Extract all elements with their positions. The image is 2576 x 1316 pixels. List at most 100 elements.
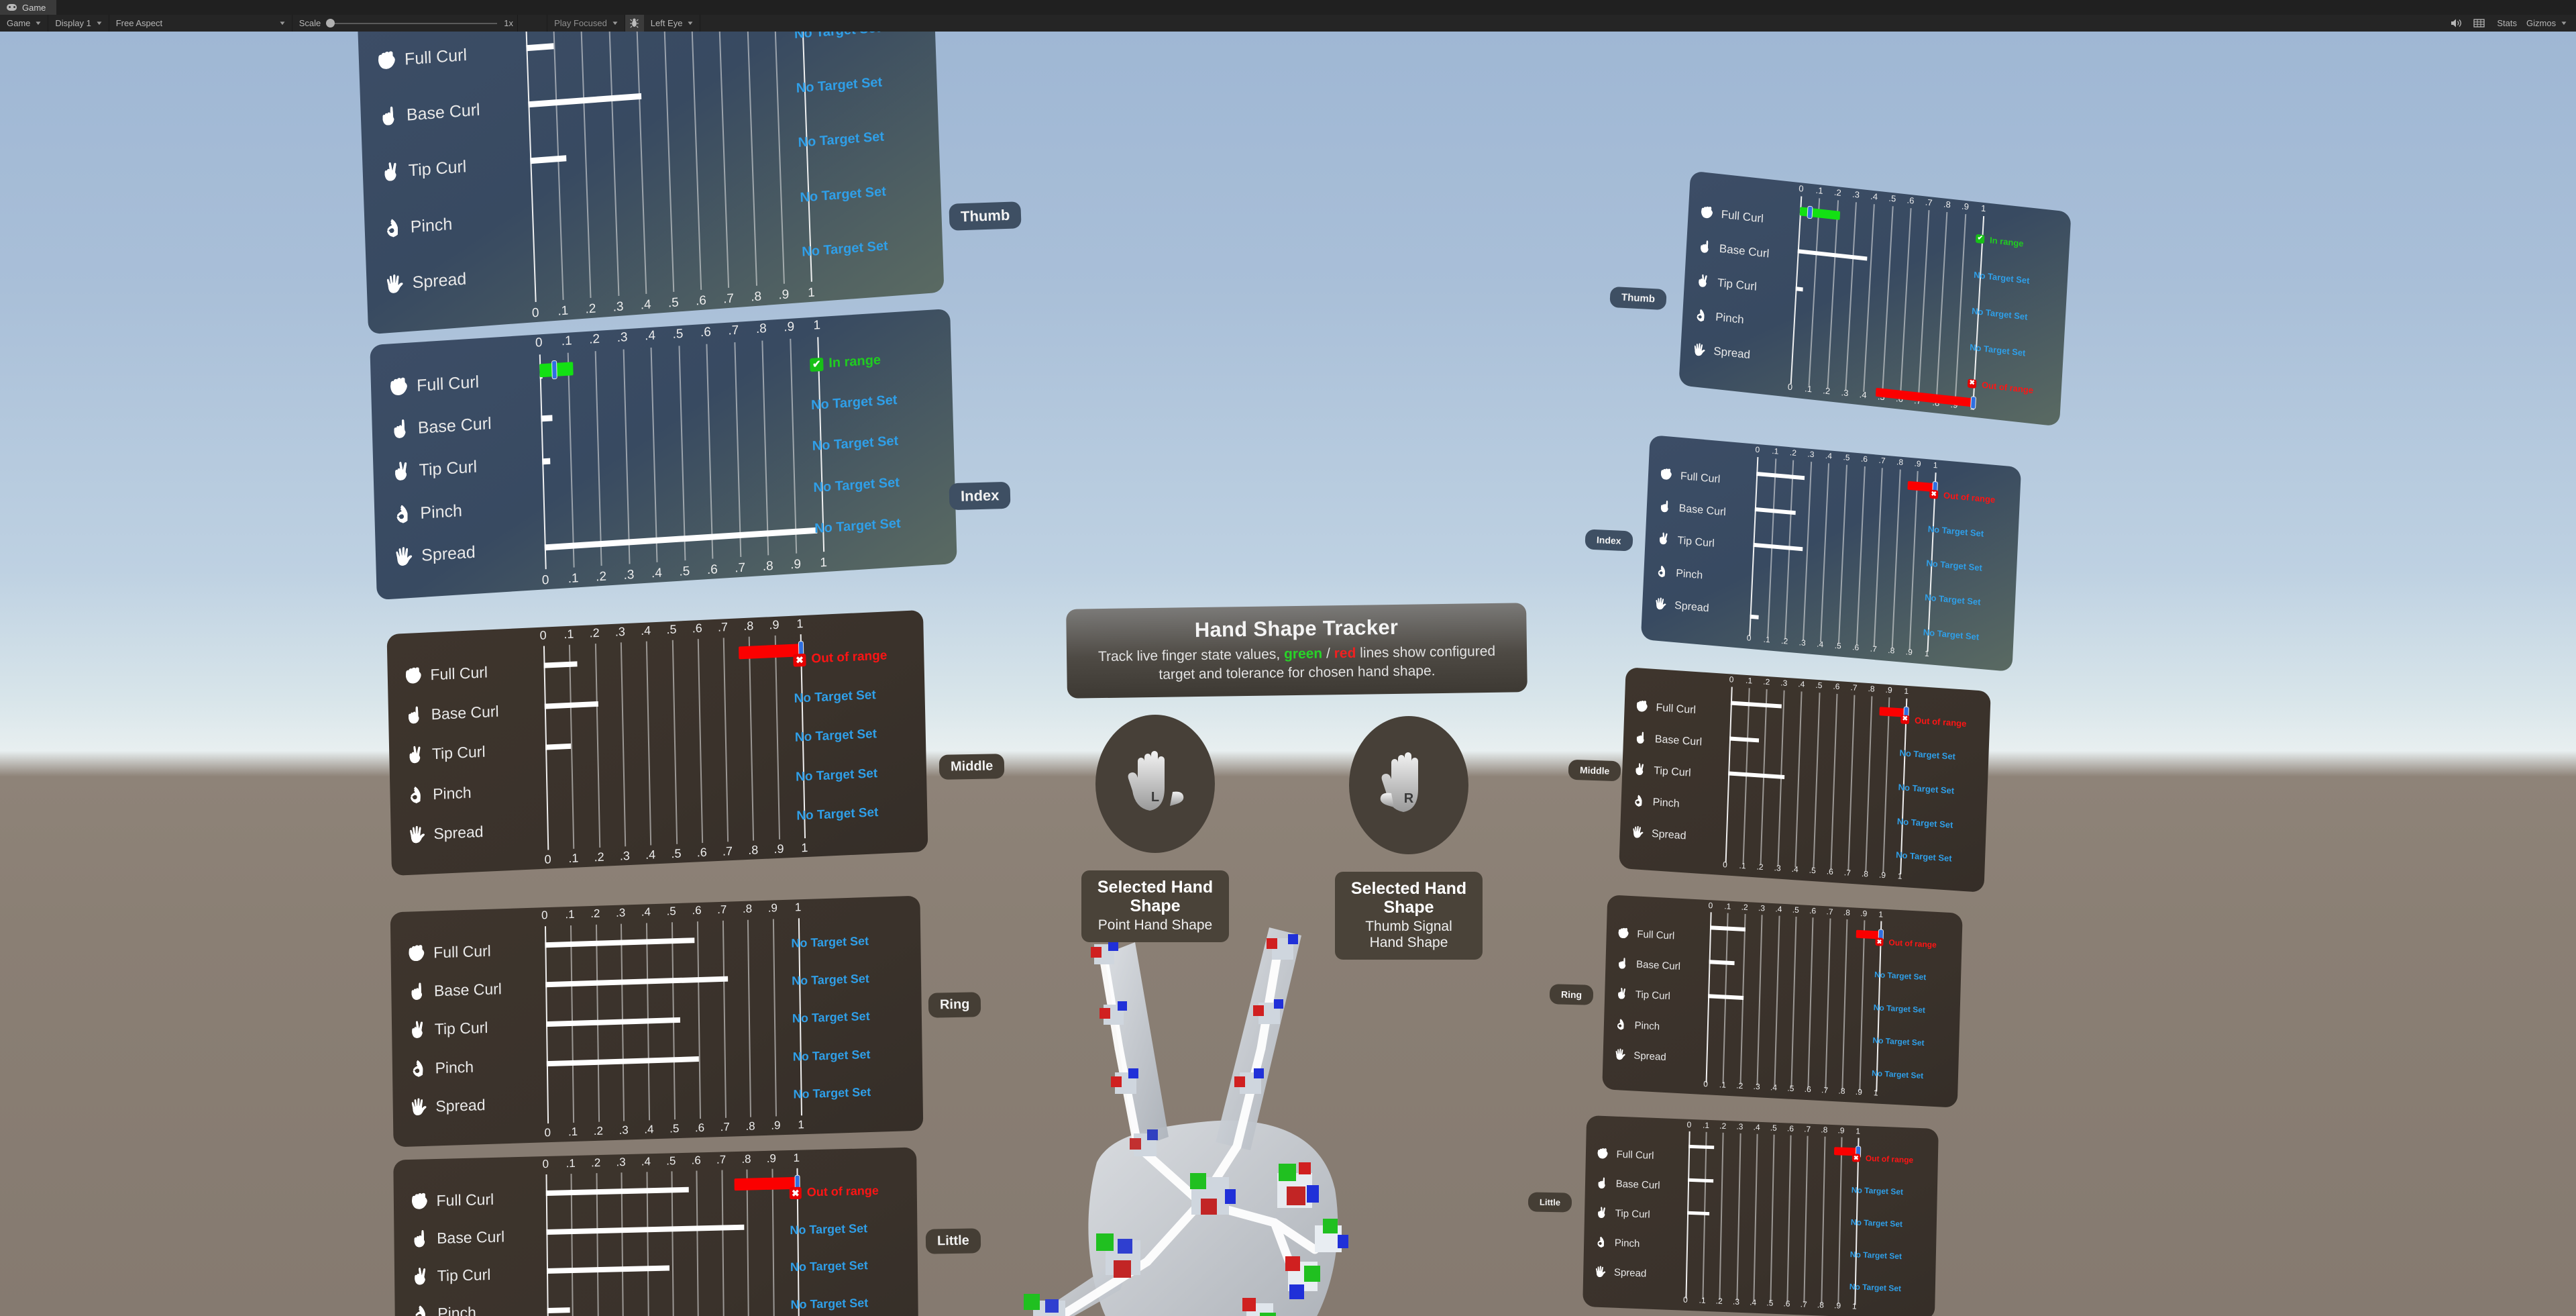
mute-audio-icon[interactable] <box>2445 15 2467 32</box>
metric-label: Spread <box>1713 344 1751 362</box>
bug-icon[interactable] <box>625 15 644 32</box>
metric-row-tip-curl: ✌ Tip Curl <box>1595 1207 1683 1222</box>
status-badge: No Target Set <box>796 803 921 823</box>
hand-l-icon: L <box>1095 715 1215 853</box>
axis-tick-top: .7 <box>728 323 739 338</box>
cross-icon: ✖ <box>1875 938 1884 947</box>
metric-row-spread: 🖐 Spread <box>1631 827 1722 845</box>
view-mode-dropdown[interactable]: Game ▼ <box>4 17 44 30</box>
eye-dropdown[interactable]: Left Eye ▼ <box>648 17 696 30</box>
pinch-hand-icon: 👌 <box>1614 1018 1627 1031</box>
finger-name-tag-right-little: Little <box>1527 1192 1572 1213</box>
axis-tick-top: .1 <box>1815 185 1823 196</box>
value-bar-row <box>546 1223 797 1236</box>
axis-tick-bottom: .9 <box>771 1119 781 1132</box>
grid-icon[interactable] <box>2467 15 2490 32</box>
gizmos-dropdown[interactable]: Gizmos ▼ <box>2524 17 2576 30</box>
metric-row-full-curl: ✊ Full Curl <box>1597 1148 1684 1162</box>
scale-slider-knob[interactable] <box>326 19 335 28</box>
axis-tick-top: .8 <box>741 1152 751 1166</box>
axis-tick-top: .4 <box>641 1155 651 1168</box>
metric-label: Base Curl <box>1615 1178 1660 1191</box>
value-bar-row <box>530 138 806 164</box>
tip-curl-hand-icon: ✌ <box>1633 763 1647 776</box>
status-label: Out of range <box>1943 490 1996 505</box>
value-bar-row <box>545 733 802 751</box>
axis-tick-bottom: .2 <box>595 569 607 585</box>
scale-slider-track <box>326 22 498 24</box>
status-column: No Target Set No Target Set No Target Set N… <box>792 32 937 303</box>
status-badge: No Target Set <box>790 1295 912 1312</box>
scale-slider[interactable] <box>326 15 498 32</box>
status-label: No Target Set <box>1898 782 1955 796</box>
axis-tick-top: .5 <box>1815 680 1823 691</box>
chevron-down-icon: ▼ <box>610 20 619 26</box>
metric-label: Full Curl <box>1721 207 1764 225</box>
status-badge: No Target Set <box>1874 970 1957 983</box>
pinch-hand-icon: 👌 <box>391 504 413 525</box>
value-bar-row <box>542 441 820 465</box>
metric-row-full-curl: ✊ Full Curl <box>404 661 538 685</box>
value-bar <box>1797 249 1868 261</box>
value-bar-row <box>1754 507 1933 529</box>
axis-tick-top: .2 <box>590 1156 601 1170</box>
selected-hand-shape-title: Selected Hand Shape <box>1097 878 1214 915</box>
axis-tick-bottom: .6 <box>694 1121 705 1135</box>
base-curl-hand-icon: ☝ <box>1595 1177 1609 1190</box>
status-badge: ✖ Out of range <box>793 647 918 667</box>
spread-hand-icon: 🖐 <box>407 825 427 844</box>
value-bar <box>1708 994 1744 1000</box>
status-label: No Target Set <box>1973 269 2030 286</box>
axis-tick-bottom: .5 <box>669 1122 680 1135</box>
axis-tick-bottom: .1 <box>568 571 579 587</box>
tip-curl-hand-icon: ✌ <box>1615 988 1629 1001</box>
full-curl-hand-icon: ✊ <box>403 666 423 685</box>
value-bar-row <box>1795 287 1978 313</box>
value-bar-row <box>1791 361 1974 389</box>
axis-tick-bottom: .3 <box>619 848 631 863</box>
tab-game[interactable]: Game <box>0 0 57 15</box>
tip-curl-hand-icon: ✌ <box>405 746 425 764</box>
status-label: No Target Set <box>812 434 899 454</box>
base-curl-hand-icon: ☝ <box>1616 958 1629 970</box>
spread-hand-icon: 🖐 <box>1630 827 1645 840</box>
full-curl-hand-icon: ✊ <box>1659 468 1674 482</box>
full-curl-hand-icon: ✊ <box>388 376 410 397</box>
status-label: No Target Set <box>1927 523 1984 539</box>
play-mode-dropdown[interactable]: Play Focused ▼ <box>551 17 621 30</box>
value-bar <box>1687 1211 1709 1216</box>
stats-button[interactable]: Stats <box>2490 15 2524 32</box>
axis-tick-top: .9 <box>1914 458 1921 469</box>
axis-tick-top: .8 <box>755 321 767 337</box>
value-bar-row <box>534 250 810 277</box>
metric-label: Spread <box>435 1095 486 1115</box>
target-center-marker <box>551 360 557 380</box>
metric-row-spread: 🖐 Spread <box>1654 598 1747 618</box>
metric-row-full-curl: ✊ Full Curl <box>1635 701 1726 719</box>
pinch-hand-icon: 👌 <box>1655 565 1669 578</box>
full-curl-hand-icon: ✊ <box>1617 927 1630 940</box>
status-label: No Target Set <box>813 474 900 495</box>
metric-row-pinch: 👌 Pinch <box>1694 308 1790 332</box>
axis-tick-top: .3 <box>1758 903 1766 913</box>
value-bar-row <box>1706 1062 1876 1078</box>
axis-tick-top: .2 <box>1719 1121 1727 1131</box>
aspect-dropdown[interactable]: Free Aspect ▼ <box>113 17 288 30</box>
desc-slash: / <box>1322 646 1334 662</box>
metric-row-full-curl: ✊ Full Curl <box>410 1189 541 1211</box>
axis-tick-bottom: 0 <box>541 572 549 588</box>
axis-tick-top: 0 <box>1686 1119 1692 1129</box>
tip-curl-hand-icon: ✌ <box>390 462 413 483</box>
axis-tick-top: .4 <box>1753 1122 1760 1132</box>
axis-tick-top: .6 <box>1809 905 1817 916</box>
axis-tick-top: .5 <box>1888 193 1896 204</box>
cross-icon: ✖ <box>793 653 806 667</box>
status-badge: No Target Set <box>795 725 920 746</box>
hand-block-r: R Selected Hand Shape Thumb Signal Hand Sh… <box>1335 716 1483 960</box>
value-bar-row <box>1685 1278 1855 1292</box>
display-dropdown[interactable]: Display 1 ▼ <box>52 17 104 30</box>
metric-label: Tip Curl <box>431 743 486 763</box>
axis-tick-top: .7 <box>1804 1124 1811 1134</box>
value-bar <box>1688 1178 1713 1182</box>
axis-tick-top: .7 <box>717 620 729 634</box>
